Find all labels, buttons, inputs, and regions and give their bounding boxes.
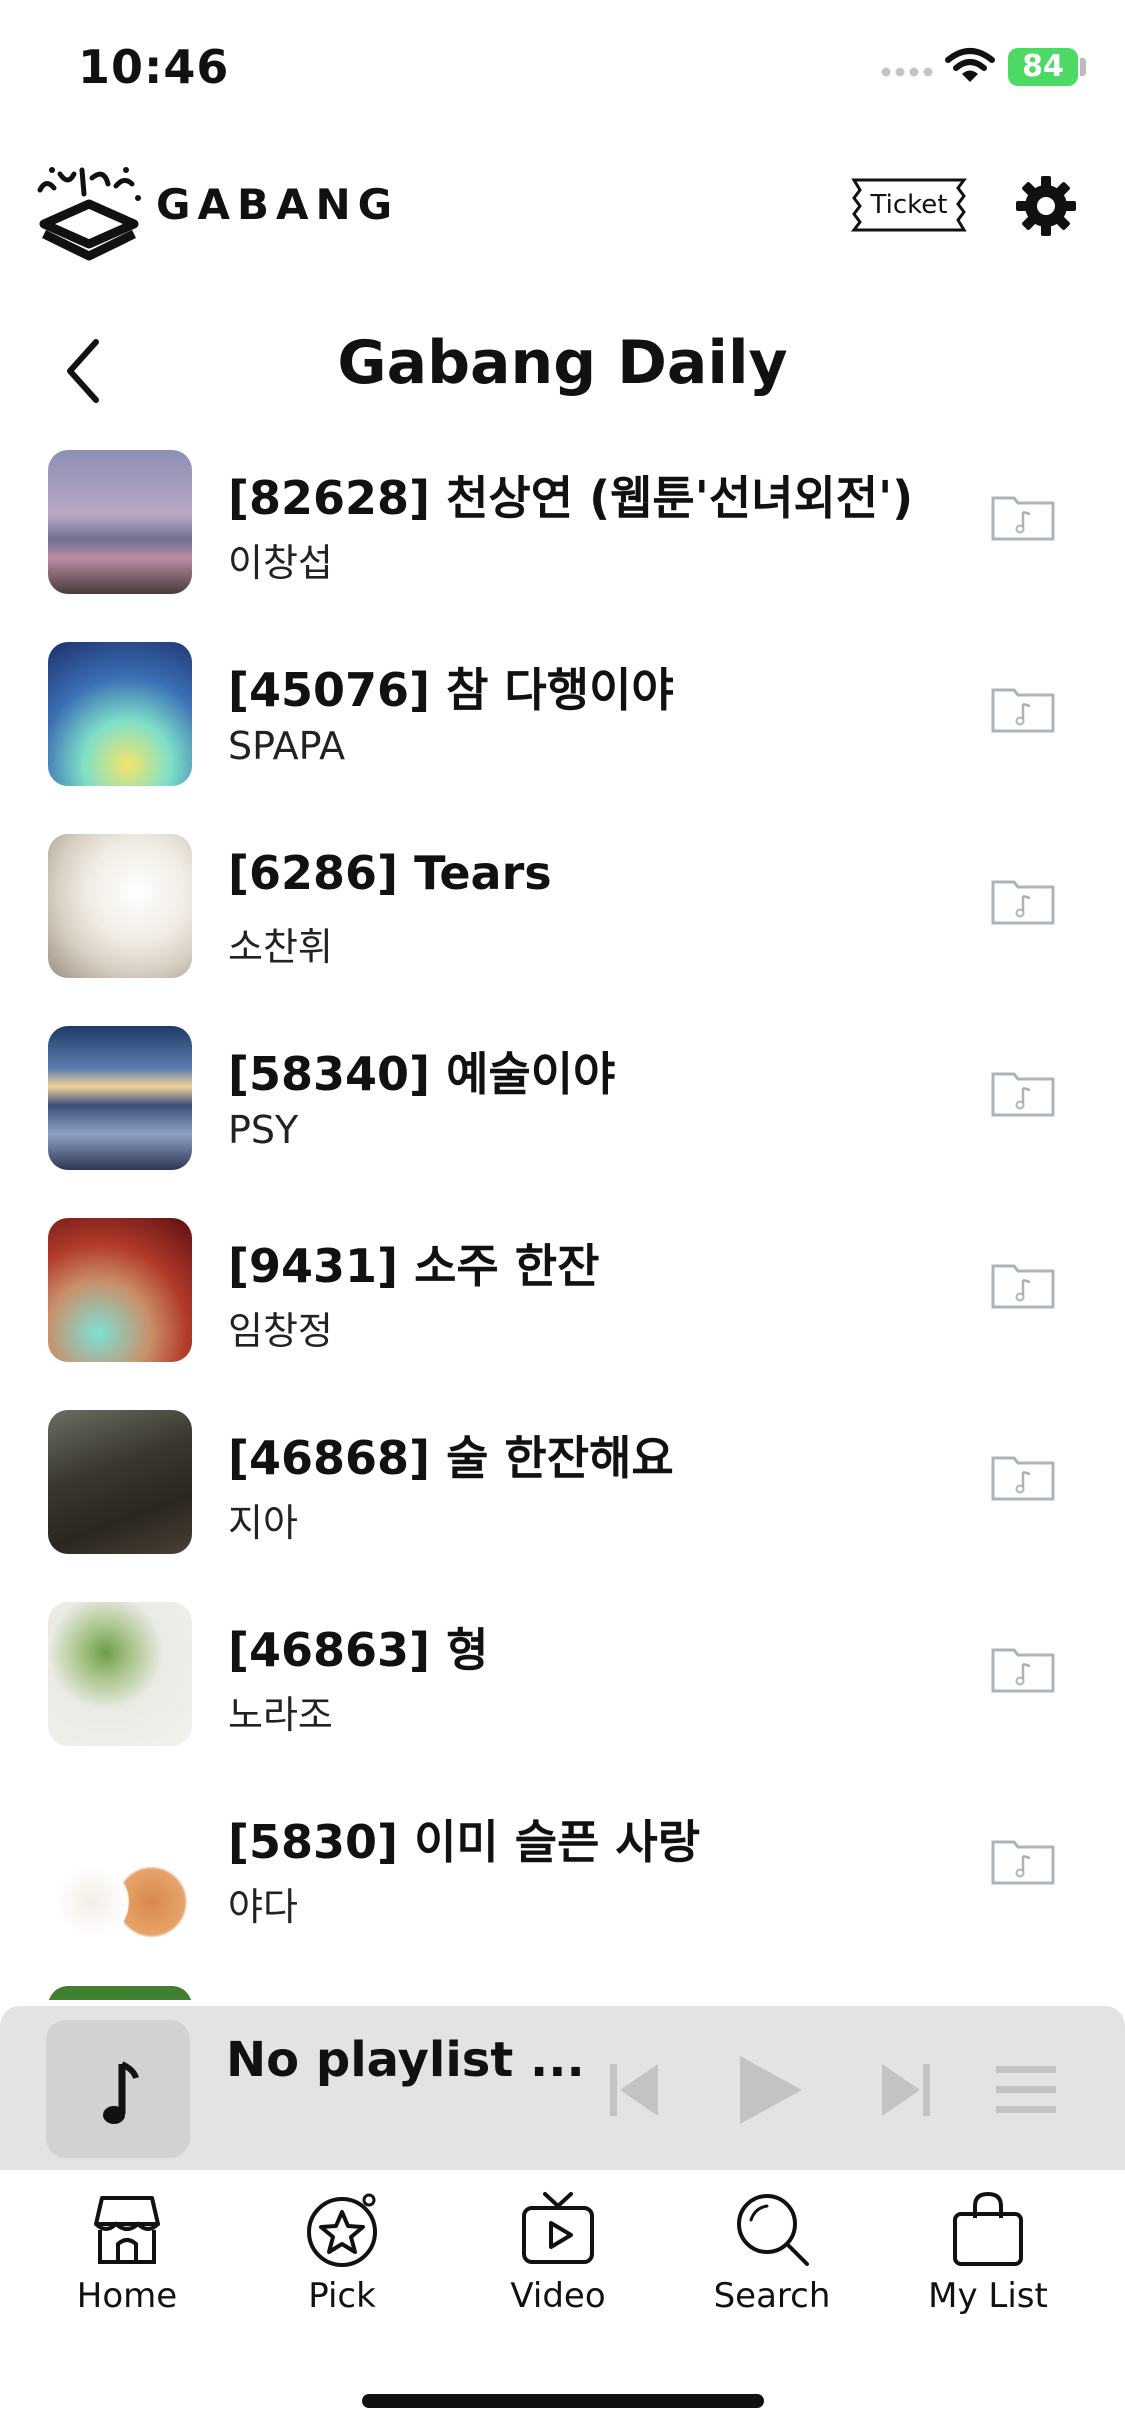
song-artist: 이창섭 [228,541,333,585]
add-to-folder-icon[interactable] [990,1836,1056,1886]
battery-indicator: 84 [1008,48,1078,86]
status-time: 10:46 [78,40,230,94]
song-list[interactable]: [82628] 천상연 (웹툰'선녀외전') 이창섭 [45076] 참 다행이… [0,440,1125,2000]
now-playing-title: No playlist ... [226,2032,585,2088]
page-title: Gabang Daily [337,328,788,398]
tab-bar: Home Pick Video Search My List [0,2170,1125,2360]
song-row[interactable]: [9431] 소주 한잔 임창정 [0,1208,1125,1400]
tab-my-list[interactable]: My List [908,2190,1068,2340]
song-title: [5830] 이미 슬픈 사랑 [228,1815,701,1869]
playlist-menu-icon[interactable] [996,2064,1056,2116]
song-title: [6286] Tears [228,846,552,900]
song-row[interactable]: [82628] 천상연 (웹툰'선녀외전') 이창섭 [0,440,1125,632]
mini-player[interactable]: No playlist ... [0,2006,1125,2170]
tab-pick[interactable]: Pick [262,2190,422,2340]
song-title: [46868] 술 한잔해요 [228,1431,674,1485]
album-art [48,1794,192,1938]
album-art [48,1026,192,1170]
wifi-icon [945,48,995,82]
add-to-folder-icon[interactable] [990,876,1056,926]
song-artist: 노라조 [228,1693,333,1737]
album-art [48,1602,192,1746]
song-artist: PSY [228,1108,299,1152]
tab-my-list-label: My List [928,2276,1048,2316]
song-row[interactable]: [46863] 형 노라조 [0,1592,1125,1784]
next-track-icon[interactable] [876,2060,936,2120]
add-to-folder-icon[interactable] [990,1452,1056,1502]
album-art [48,642,192,786]
home-indicator [362,2394,764,2408]
play-icon[interactable] [732,2052,808,2128]
tab-video[interactable]: Video [478,2190,638,2340]
song-artist: 야다 [228,1885,298,1929]
home-icon [94,2196,160,2264]
tab-video-label: Video [510,2276,606,2316]
settings-gear-icon[interactable] [1014,174,1078,238]
song-title: [45076] 참 다행이야 [228,663,674,717]
album-art [48,450,192,594]
search-icon [737,2194,809,2266]
ticket-label: Ticket [870,190,948,220]
tab-home[interactable]: Home [47,2190,207,2340]
previous-track-icon[interactable] [604,2060,664,2120]
cellular-signal-icon [881,67,933,77]
song-row[interactable]: [45076] 참 다행이야 SPAPA [0,632,1125,824]
star-icon [307,2193,377,2267]
song-artist: 소찬휘 [228,925,333,969]
album-art [48,834,192,978]
tab-home-label: Home [76,2276,178,2316]
add-to-folder-icon[interactable] [990,492,1056,542]
add-to-folder-icon[interactable] [990,1260,1056,1310]
song-row[interactable]: [58340] 예술이야 PSY [0,1016,1125,1208]
bag-icon [953,2191,1023,2266]
tab-search-label: Search [713,2276,831,2316]
song-artist: 지아 [228,1501,298,1545]
song-title: [9431] 소주 한잔 [228,1239,600,1293]
add-to-folder-icon[interactable] [990,684,1056,734]
song-row[interactable]: [5830] 이미 슬픈 사랑 야다 [0,1784,1125,1976]
add-to-folder-icon[interactable] [990,1644,1056,1694]
album-art [48,1410,192,1554]
song-artist: 임창정 [228,1309,333,1353]
gabang-logo[interactable] [30,160,148,264]
battery-level: 84 [1022,49,1064,84]
player-artwork [46,2020,190,2158]
tab-pick-label: Pick [308,2276,376,2316]
page-header: Gabang Daily [0,320,1125,420]
song-row[interactable]: [6286] Tears 소찬휘 [0,824,1125,1016]
album-art [48,1986,192,2000]
add-to-folder-icon[interactable] [990,1068,1056,1118]
song-artist: SPAPA [228,724,346,768]
tab-search[interactable]: Search [692,2190,852,2340]
app-header: GABANG Ticket [0,150,1125,280]
song-row[interactable]: [46868] 술 한잔해요 지아 [0,1400,1125,1592]
album-art [48,1218,192,1362]
song-title: [58340] 예술이야 [228,1047,616,1101]
ticket-button[interactable]: Ticket [850,176,968,234]
music-note-icon [103,2061,139,2124]
song-title: [82628] 천상연 (웹툰'선녀외전') [228,471,914,525]
song-row-partial[interactable] [0,1976,1125,2000]
tv-icon [522,2192,594,2264]
brand-name: GABANG [156,180,400,229]
battery-cap [1080,58,1086,76]
status-bar: 10:46 84 [0,0,1125,140]
song-title: [46863] 형 [228,1623,489,1677]
